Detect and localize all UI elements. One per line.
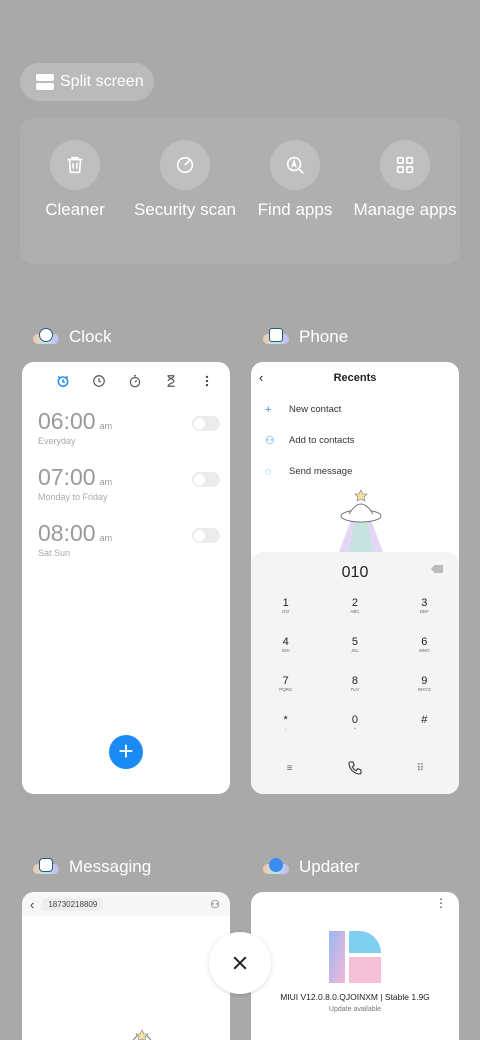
manage-apps-button[interactable]: Manage apps [350,140,460,220]
dialpad: 010 1 GO 2 ABC 3 DEF 4 GHI 5 JKL 6 MNO 7 PQRS 8… [251,552,459,794]
dial-key[interactable]: *, [251,715,320,733]
dial-key[interactable]: 3 DEF [390,598,459,616]
dial-key[interactable]: 7 PQRS [251,676,320,694]
alarm-toggle[interactable] [192,416,220,431]
messaging-app-icon [33,858,59,876]
updater-title: Updater [299,857,360,876]
alarm-icon[interactable] [56,374,70,388]
call-icon[interactable] [347,760,363,776]
split-screen-label: Split screen [60,73,144,90]
alarm-repeat: Everyday [38,436,76,446]
add-to-contacts-label: Add to contacts [289,435,355,446]
ufo-illustration [132,1029,152,1040]
new-contact-label: New contact [289,404,342,415]
add-alarm-button[interactable]: + [109,735,143,769]
more-options-icon[interactable] [200,374,214,388]
alarm-time: 07:00 [38,464,96,490]
phone-title: Phone [299,327,349,346]
plus-icon: + [265,403,272,416]
phone-header: ‹ Recents [251,362,459,394]
world-clock-icon[interactable] [92,374,106,388]
back-arrow-icon[interactable]: ‹ [30,897,34,912]
clock-app-label[interactable]: Clock [33,327,112,347]
alarm-item[interactable]: 07:00 am Monday to Friday [38,464,220,502]
clock-app-card[interactable]: 06:00 am Everyday 07:00 am Monday to Frida… [22,362,230,794]
cleaner-button[interactable]: Cleaner [20,140,130,220]
menu-icon[interactable]: ≡ [270,763,310,774]
dial-key[interactable]: 6 MNO [390,637,459,655]
miui-12-logo [329,931,381,983]
security-scan-button[interactable]: Security scan [130,140,240,220]
clock-app-icon [33,328,59,346]
clock-title: Clock [69,327,112,346]
phone-app-label[interactable]: Phone [263,327,348,347]
messaging-header: ‹ 18730218809 ⚇ [22,892,230,916]
security-scan-label: Security scan [133,200,237,219]
dial-key[interactable]: # [390,715,459,733]
clock-toolbar [22,362,230,392]
scan-icon [176,156,194,174]
recents-title: Recents [333,372,377,384]
updater-app-card[interactable]: ⋮ MIUI V12.0.8.0.QJOINXM | Stable 1.9G U… [251,892,459,1040]
alarm-repeat: Sat Sun [38,548,71,558]
contact-icon[interactable]: ⚇ [210,898,220,911]
grid-icon [396,156,414,174]
person-icon: ⚇ [265,435,275,447]
find-apps-button[interactable]: Find apps [240,140,350,220]
ufo-illustration [339,489,383,552]
alarm-item[interactable]: 08:00 am Sat Sun [38,520,220,558]
dial-key[interactable]: 8 TUV [320,676,389,694]
updater-app-label[interactable]: Updater [263,857,359,877]
phone-app-icon [263,328,289,346]
alarm-time: 08:00 [38,520,96,546]
manage-apps-label: Manage apps [353,200,457,219]
phone-app-card[interactable]: ‹ Recents + New contact ⚇ Add to contacts … [251,362,459,794]
back-arrow-icon[interactable]: ‹ [259,370,263,385]
dialed-number: 010 [341,564,369,581]
dial-key[interactable]: 1 GO [251,598,320,616]
alarm-ampm: am [99,533,113,543]
find-apps-label: Find apps [257,200,333,219]
quick-tools-panel: Cleaner Security scan Find apps Manage a… [20,118,460,264]
messaging-title: Messaging [69,857,152,876]
alarm-item[interactable]: 06:00 am Everyday [38,408,220,446]
cleaner-label: Cleaner [45,200,105,219]
update-status: Update available [328,1006,382,1013]
updater-app-icon [263,858,289,876]
alarm-repeat: Monday to Friday [38,492,108,502]
dialpad-actions: ≡ ⠿ [251,760,459,776]
alarm-ampm: am [99,477,113,487]
messaging-app-card[interactable]: ‹ 18730218809 ⚇ [22,892,230,1040]
split-screen-button[interactable]: Split screen [20,63,154,101]
alarm-toggle[interactable] [192,472,220,487]
alarm-ampm: am [99,421,113,431]
dial-key[interactable]: 2 ABC [320,598,389,616]
recipient-chip[interactable]: 18730218809 [42,897,104,911]
close-icon [233,956,247,970]
send-message-label: Send message [289,466,353,477]
stopwatch-icon[interactable] [128,374,142,388]
split-screen-icon [36,74,54,90]
dial-key[interactable]: 9 WXYZ [390,676,459,694]
dial-key[interactable]: 5 JKL [320,637,389,655]
dial-key[interactable]: 0 + [320,715,389,733]
message-icon: ◌ [265,465,272,478]
dial-keys: 1 GO 2 ABC 3 DEF 4 GHI 5 JKL 6 MNO 7 PQRS 8 TUV … [251,598,459,733]
search-apps-icon [286,156,304,174]
alarm-toggle[interactable] [192,528,220,543]
more-options-icon[interactable]: ⋮ [435,896,447,910]
version-text: MIUI V12.0.8.0.QJOINXM | Stable 1.9G [280,992,430,1002]
close-all-button[interactable] [209,932,271,994]
messaging-app-label[interactable]: Messaging [33,857,151,877]
timer-icon[interactable] [164,374,178,388]
alarm-time: 06:00 [38,408,96,434]
new-contact-item[interactable]: + New contact [251,394,459,425]
add-to-contacts-item[interactable]: ⚇ Add to contacts [251,425,459,456]
trash-icon [67,156,83,174]
dial-key[interactable]: 4 GHI [251,637,320,655]
dialpad-toggle-icon[interactable]: ⠿ [400,763,440,774]
